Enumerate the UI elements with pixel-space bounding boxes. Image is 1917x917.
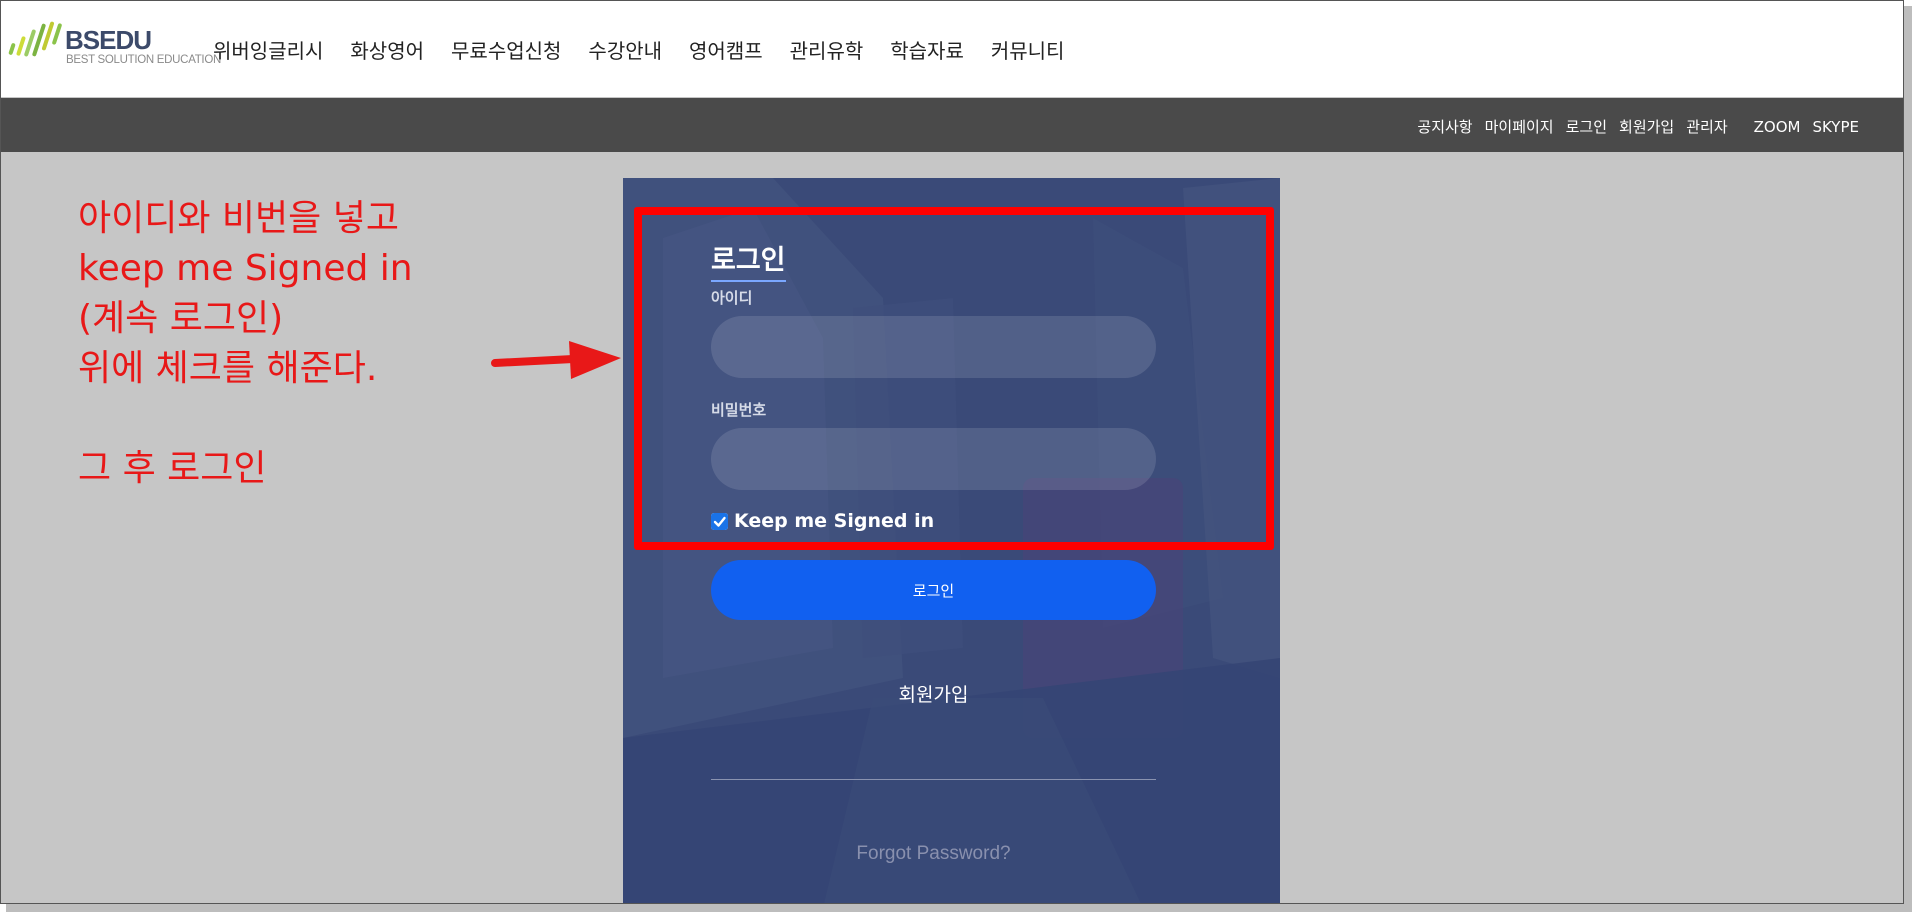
nav-item-study-materials[interactable]: 학습자료 xyxy=(890,35,964,64)
keep-signed-in-checkbox[interactable] xyxy=(711,512,728,530)
annotation-line: 그 후 로그인 xyxy=(78,448,267,489)
utility-link-signup[interactable]: 회원가입 xyxy=(1619,116,1674,137)
frame-shadow-bottom xyxy=(6,904,1912,912)
instruction-annotation: 아이디와 비번을 넣고 keep me Signed in (계속 로그인) 위… xyxy=(78,194,413,494)
nav-item-community[interactable]: 커뮤니티 xyxy=(991,35,1065,64)
password-input[interactable] xyxy=(711,428,1156,490)
annotation-line: keep me Signed in xyxy=(78,248,413,289)
annotation-blank xyxy=(78,394,413,444)
login-title: 로그인 xyxy=(711,238,786,282)
checkmark-icon xyxy=(711,512,728,530)
arrow-right-icon xyxy=(491,341,621,379)
annotation-line: 아이디와 비번을 넣고 xyxy=(78,198,399,239)
utility-link-notice[interactable]: 공지사항 xyxy=(1417,116,1472,137)
frame-shadow-right xyxy=(1904,6,1912,910)
form-divider xyxy=(711,779,1156,780)
login-card: 로그인 아이디 비밀번호 Keep me Signed in 로그인 회원가입 xyxy=(623,178,1280,903)
nav-item-english-camp[interactable]: 영어캠프 xyxy=(689,35,763,64)
forgot-password-link[interactable]: Forgot Password? xyxy=(711,843,1156,865)
keep-signed-in-label[interactable]: Keep me Signed in xyxy=(734,510,934,532)
logo-subtitle: BEST SOLUTION EDUCATION xyxy=(66,54,221,66)
site-header: BSEDU BEST SOLUTION EDUCATION 위버잉글리시 화상영… xyxy=(1,1,1903,97)
logo-bars-icon xyxy=(8,21,62,57)
site-logo[interactable]: BSEDU BEST SOLUTION EDUCATION xyxy=(7,21,221,71)
nav-item-weaver-english[interactable]: 위버잉글리시 xyxy=(213,35,323,64)
utility-link-admin[interactable]: 관리자 xyxy=(1686,116,1727,137)
login-submit-button[interactable]: 로그인 xyxy=(711,560,1156,620)
utility-link-skype[interactable]: SKYPE xyxy=(1812,118,1859,136)
annotation-line: 위에 체크를 해준다. xyxy=(78,348,378,389)
browser-viewport: BSEDU BEST SOLUTION EDUCATION 위버잉글리시 화상영… xyxy=(0,0,1904,904)
keep-signed-in-row[interactable]: Keep me Signed in xyxy=(711,510,934,532)
main-nav: 위버잉글리시 화상영어 무료수업신청 수강안내 영어캠프 관리유학 학습자료 커… xyxy=(213,35,1091,64)
id-input[interactable] xyxy=(711,316,1156,378)
nav-item-study-abroad[interactable]: 관리유학 xyxy=(790,35,864,64)
utility-link-mypage[interactable]: 마이페이지 xyxy=(1485,116,1554,137)
password-label: 비밀번호 xyxy=(711,401,767,419)
logo-text: BSEDU xyxy=(65,25,152,55)
utility-links: 공지사항 마이페이지 로그인 회원가입 관리자 ZOOM SKYPE xyxy=(1405,116,1859,137)
nav-item-course-info[interactable]: 수강안내 xyxy=(588,35,662,64)
utility-link-zoom[interactable]: ZOOM xyxy=(1754,118,1801,136)
page-content: 아이디와 비번을 넣고 keep me Signed in (계속 로그인) 위… xyxy=(1,152,1903,903)
nav-item-free-class[interactable]: 무료수업신청 xyxy=(451,35,561,64)
annotation-line: (계속 로그인) xyxy=(78,298,284,339)
utility-bar: 공지사항 마이페이지 로그인 회원가입 관리자 ZOOM SKYPE xyxy=(1,98,1903,152)
utility-link-login[interactable]: 로그인 xyxy=(1566,116,1607,137)
nav-item-video-english[interactable]: 화상영어 xyxy=(350,35,424,64)
signup-link[interactable]: 회원가입 xyxy=(711,680,1156,707)
id-label: 아이디 xyxy=(711,289,753,307)
